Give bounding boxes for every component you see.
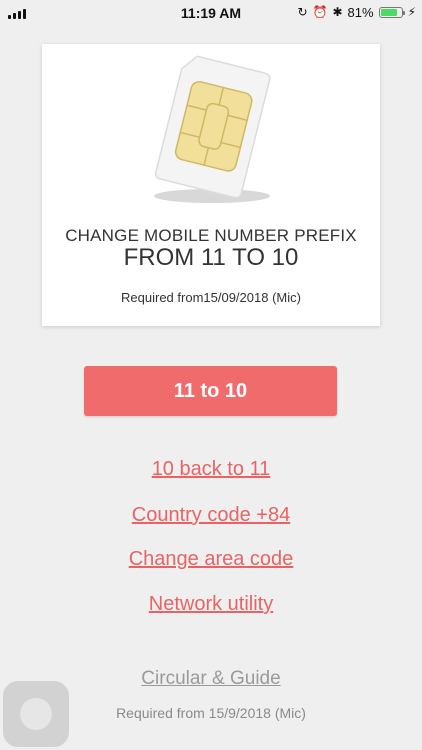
card-title: CHANGE MOBILE NUMBER PREFIX (65, 226, 357, 245)
assistive-touch-button[interactable] (3, 681, 69, 747)
battery-icon (378, 6, 405, 18)
link-change-area-code[interactable]: Change area code (0, 548, 422, 571)
link-10-back-to-11[interactable]: 10 back to 11 (0, 458, 422, 481)
charging-icon: ⚡ (407, 5, 416, 19)
bluetooth-icon: ✱ (332, 5, 343, 19)
status-bar: 11:19 AM ↻ ⏰ ✱ 81% ⚡ (0, 0, 422, 26)
card-required-note: Required from15/09/2018 (Mic) (121, 290, 301, 305)
link-network-utility[interactable]: Network utility (0, 593, 422, 616)
link-country-code[interactable]: Country code +84 (0, 504, 422, 527)
alarm-icon: ⏰ (312, 5, 328, 19)
screen-lock-icon: ↻ (297, 5, 308, 19)
card-subtitle: FROM 11 TO 10 (123, 244, 299, 271)
battery-percent: 81% (347, 4, 374, 20)
sim-card-icon (154, 55, 271, 203)
info-card: CHANGE MOBILE NUMBER PREFIX FROM 11 TO 1… (42, 44, 380, 326)
battery-level (380, 8, 397, 16)
status-icons: ↻ ⏰ ✱ 81% ⚡ (297, 4, 416, 20)
convert-11-to-10-button[interactable]: 11 to 10 (84, 366, 337, 416)
assistive-touch-icon (20, 698, 52, 730)
